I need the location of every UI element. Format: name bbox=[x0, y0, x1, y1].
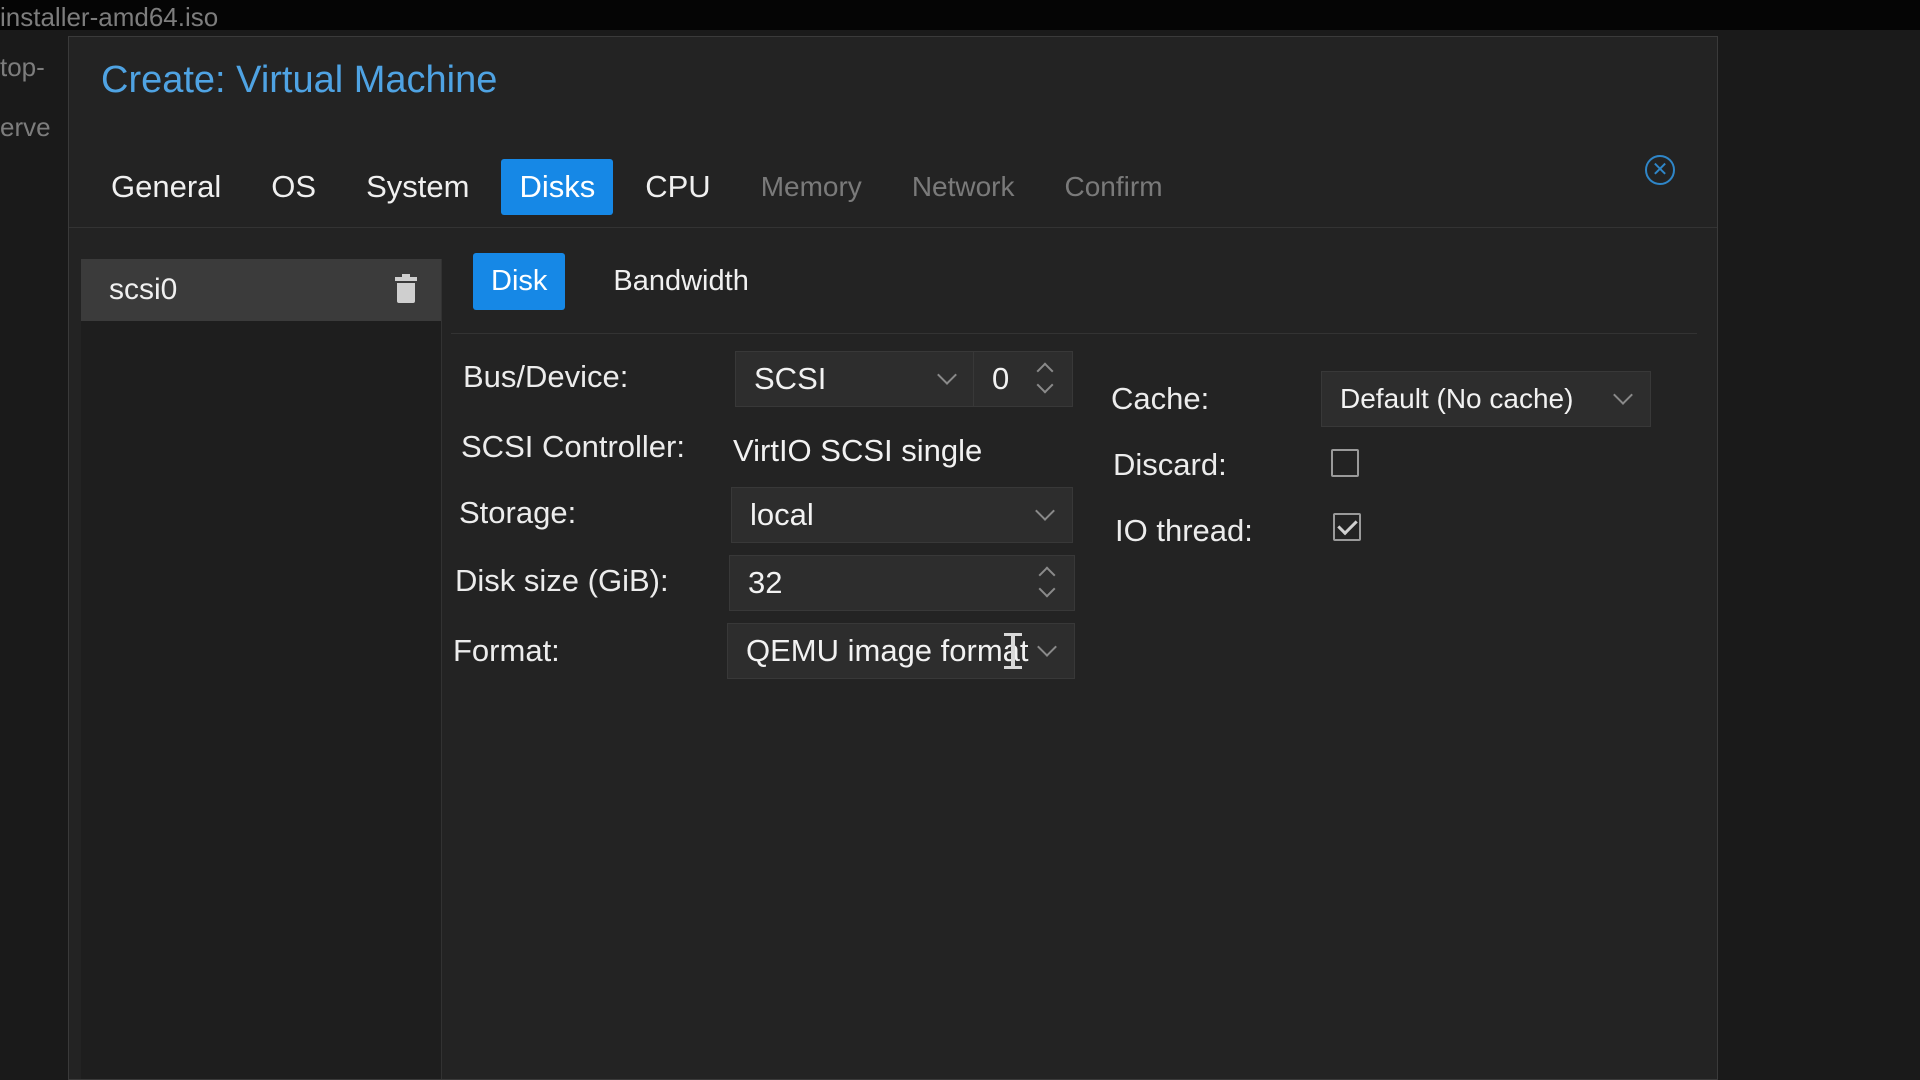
storage-select-value: local bbox=[750, 497, 814, 532]
format-label: Format: bbox=[453, 633, 560, 668]
bus-select[interactable]: SCSI bbox=[735, 351, 975, 407]
bus-device-label: Bus/Device: bbox=[463, 359, 629, 394]
spinner-icon[interactable] bbox=[1034, 357, 1058, 401]
tab-os[interactable]: OS bbox=[253, 159, 334, 215]
chevron-down-icon bbox=[1035, 501, 1055, 521]
io-thread-checkbox[interactable] bbox=[1333, 513, 1361, 541]
dialog-title: Create: Virtual Machine bbox=[101, 59, 498, 101]
cache-select-value: Default (No cache) bbox=[1340, 383, 1574, 414]
io-thread-label: IO thread: bbox=[1115, 513, 1253, 548]
tabs-divider bbox=[69, 227, 1717, 228]
checkmark-icon bbox=[1337, 514, 1358, 536]
disk-size-label: Disk size (GiB): bbox=[455, 563, 669, 598]
disk-list: scsi0 bbox=[81, 259, 442, 1079]
subtabs-divider bbox=[451, 333, 1697, 334]
device-number-value: 0 bbox=[992, 361, 1010, 396]
format-select[interactable]: QEMU image format bbox=[727, 623, 1075, 679]
background-side-text: top- bbox=[0, 52, 45, 82]
tab-memory: Memory bbox=[760, 171, 862, 202]
tab-general[interactable]: General bbox=[93, 159, 239, 215]
background-side-text: erve bbox=[0, 112, 51, 142]
text-cursor-icon bbox=[1004, 633, 1022, 669]
discard-checkbox[interactable] bbox=[1331, 449, 1359, 477]
subtab-bandwidth[interactable]: Bandwidth bbox=[595, 253, 766, 310]
wizard-tabs: General OS System Disks CPU Memory Netwo… bbox=[93, 157, 1181, 217]
disk-size-input[interactable]: 32 bbox=[729, 555, 1075, 611]
background-window-title: installer-amd64.iso bbox=[0, 2, 219, 32]
create-vm-dialog: Create: Virtual Machine ✕ General OS Sys… bbox=[68, 36, 1718, 1080]
storage-select[interactable]: local bbox=[731, 487, 1073, 543]
disk-label: scsi0 bbox=[109, 273, 178, 306]
tab-cpu[interactable]: CPU bbox=[627, 159, 728, 215]
chevron-down-icon bbox=[937, 365, 957, 385]
cache-select[interactable]: Default (No cache) bbox=[1321, 371, 1651, 427]
scsi-controller-label: SCSI Controller: bbox=[461, 429, 685, 464]
chevron-down-icon bbox=[1037, 637, 1057, 657]
discard-label: Discard: bbox=[1113, 447, 1227, 482]
cache-label: Cache: bbox=[1111, 381, 1210, 416]
trash-icon[interactable] bbox=[395, 274, 417, 303]
tab-confirm: Confirm bbox=[1064, 171, 1163, 202]
disk-subtabs: Disk Bandwidth bbox=[473, 253, 767, 310]
spinner-icon[interactable] bbox=[1036, 561, 1060, 605]
disk-list-item-scsi0[interactable]: scsi0 bbox=[81, 259, 441, 321]
tab-disks[interactable]: Disks bbox=[501, 159, 614, 215]
close-icon[interactable]: ✕ bbox=[1645, 155, 1675, 185]
format-select-value: QEMU image format bbox=[746, 633, 1029, 668]
scsi-controller-value: VirtIO SCSI single bbox=[733, 433, 983, 468]
storage-label: Storage: bbox=[459, 495, 577, 530]
device-number-stepper[interactable]: 0 bbox=[973, 351, 1073, 407]
subtab-disk[interactable]: Disk bbox=[473, 253, 566, 310]
tab-system[interactable]: System bbox=[348, 159, 487, 215]
disk-size-value: 32 bbox=[748, 565, 783, 600]
bus-select-value: SCSI bbox=[754, 361, 827, 396]
tab-network: Network bbox=[911, 171, 1015, 202]
chevron-down-icon bbox=[1613, 385, 1633, 405]
